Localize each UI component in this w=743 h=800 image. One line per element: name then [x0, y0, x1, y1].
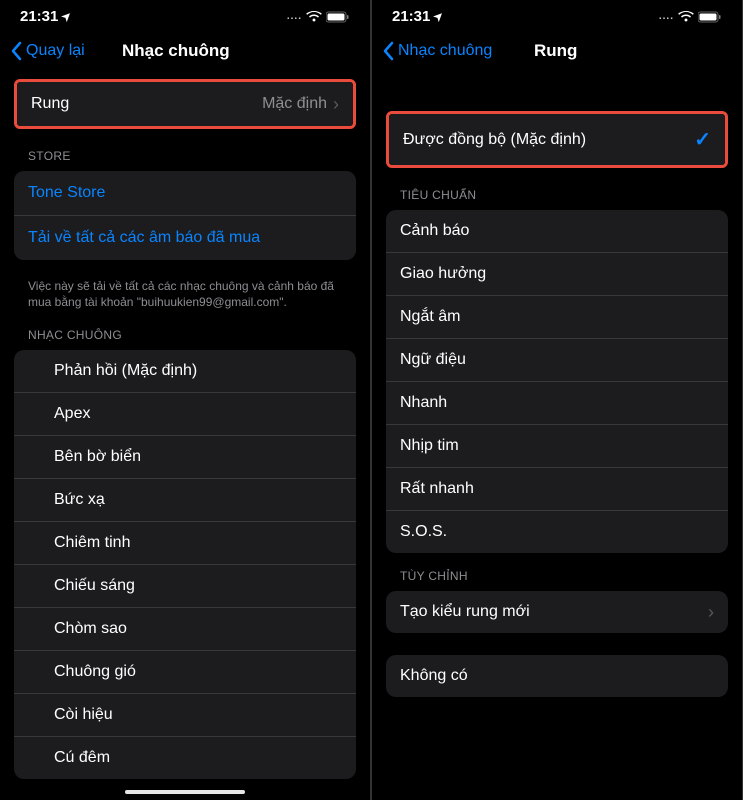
ringtone-list: Phản hồi (Mặc định) Apex Bên bờ biển Bức…	[14, 350, 356, 779]
battery-icon	[698, 11, 722, 23]
wifi-icon	[306, 11, 322, 23]
none-cell[interactable]: Không có	[386, 655, 728, 697]
page-title: Rung	[534, 41, 577, 61]
store-footer: Việc này sẽ tải về tất cả các nhạc chuôn…	[14, 274, 356, 322]
none-group: Không có	[386, 655, 728, 697]
list-item[interactable]: Bên bờ biển	[14, 435, 356, 478]
tone-store-label: Tone Store	[28, 184, 105, 202]
download-label: Tải về tất cả các âm báo đã mua	[28, 229, 260, 247]
status-bar: 21:31 ➤ ....	[372, 0, 742, 31]
list-item[interactable]: Rất nhanh	[386, 467, 728, 510]
chevron-left-icon	[10, 41, 22, 61]
chevron-right-icon: ›	[333, 95, 339, 113]
list-item[interactable]: Phản hồi (Mặc định)	[14, 350, 356, 392]
page-title: Nhạc chuông	[122, 41, 230, 61]
chevron-left-icon	[382, 41, 394, 61]
list-item[interactable]: Bức xạ	[14, 478, 356, 521]
highlight-box: Rung Mặc định ›	[14, 79, 356, 129]
status-time: 21:31	[392, 8, 430, 25]
list-item[interactable]: Cảnh báo	[386, 210, 728, 252]
nav-bar: Quay lại Nhạc chuông	[0, 31, 370, 73]
screen-ringtone: 21:31 ➤ .... Quay lại Nhạc chuông Rung M…	[0, 0, 370, 800]
list-item[interactable]: S.O.S.	[386, 510, 728, 553]
home-indicator[interactable]	[125, 790, 245, 794]
list-item[interactable]: Giao hưởng	[386, 252, 728, 295]
cell-signal-icon: ....	[287, 11, 302, 22]
status-bar: 21:31 ➤ ....	[0, 0, 370, 31]
list-item[interactable]: Ngữ điệu	[386, 338, 728, 381]
highlight-box: Được đồng bộ (Mặc định) ✓	[386, 111, 728, 168]
wifi-icon	[678, 11, 694, 23]
location-icon: ➤	[59, 9, 75, 25]
vibration-value: Mặc định	[262, 95, 327, 113]
back-label: Quay lại	[26, 42, 85, 60]
list-item[interactable]: Apex	[14, 392, 356, 435]
standard-list: Cảnh báo Giao hưởng Ngắt âm Ngữ điệu Nha…	[386, 210, 728, 553]
screen-vibration: 21:31 ➤ .... Nhạc chuông Rung Được đồng …	[372, 0, 742, 800]
location-icon: ➤	[431, 9, 447, 25]
ringtones-header: NHẠC CHUÔNG	[14, 322, 356, 350]
selected-label: Được đồng bộ (Mặc định)	[403, 131, 586, 149]
vibration-cell[interactable]: Rung Mặc định ›	[17, 82, 353, 126]
download-cell[interactable]: Tải về tất cả các âm báo đã mua	[14, 215, 356, 260]
store-header: STORE	[14, 143, 356, 171]
list-item[interactable]: Ngắt âm	[386, 295, 728, 338]
list-item[interactable]: Nhanh	[386, 381, 728, 424]
custom-list: Tạo kiểu rung mới ›	[386, 591, 728, 633]
list-item[interactable]: Chiêm tinh	[14, 521, 356, 564]
vibration-label: Rung	[31, 95, 69, 113]
create-vibration-cell[interactable]: Tạo kiểu rung mới ›	[386, 591, 728, 633]
tone-store-cell[interactable]: Tone Store	[14, 171, 356, 215]
cell-signal-icon: ....	[659, 11, 674, 22]
battery-icon	[326, 11, 350, 23]
none-label: Không có	[400, 667, 468, 685]
chevron-right-icon: ›	[708, 603, 714, 621]
list-item[interactable]: Còi hiệu	[14, 693, 356, 736]
back-button[interactable]: Quay lại	[10, 41, 85, 61]
custom-header: TÙY CHỈNH	[386, 563, 728, 591]
checkmark-icon: ✓	[694, 127, 711, 152]
list-item[interactable]: Nhịp tim	[386, 424, 728, 467]
standard-header: TIÊU CHUẨN	[386, 182, 728, 210]
status-time: 21:31	[20, 8, 58, 25]
store-group: Tone Store Tải về tất cả các âm báo đã m…	[14, 171, 356, 260]
back-label: Nhạc chuông	[398, 42, 492, 60]
list-item[interactable]: Chuông gió	[14, 650, 356, 693]
list-item[interactable]: Chiếu sáng	[14, 564, 356, 607]
list-item[interactable]: Chòm sao	[14, 607, 356, 650]
selected-vibration-cell[interactable]: Được đồng bộ (Mặc định) ✓	[389, 114, 725, 165]
back-button[interactable]: Nhạc chuông	[382, 41, 492, 61]
nav-bar: Nhạc chuông Rung	[372, 31, 742, 73]
create-label: Tạo kiểu rung mới	[400, 603, 530, 621]
list-item[interactable]: Cú đêm	[14, 736, 356, 779]
